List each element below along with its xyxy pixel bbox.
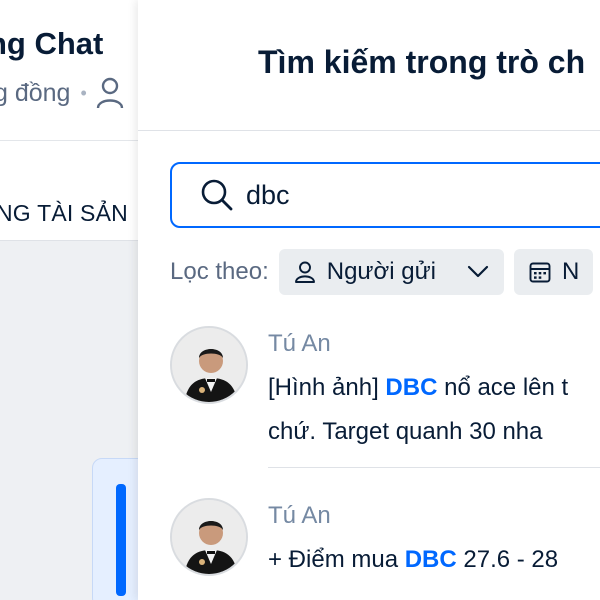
snippet-text: 27.6 - 28 — [456, 546, 559, 573]
subtitle-separator: • — [80, 82, 87, 103]
result-divider — [268, 467, 600, 468]
filter-date-label: N — [561, 258, 580, 285]
pinned-message-text: NG TÀI SẢN — [0, 200, 128, 226]
snippet-highlight: DBC — [385, 374, 438, 401]
calendar-icon — [529, 262, 551, 283]
avatar-photo — [172, 328, 246, 402]
panel-divider — [138, 130, 600, 131]
avatar[interactable] — [170, 498, 248, 576]
members-icon[interactable] — [95, 76, 125, 110]
snippet-highlight: DBC — [404, 546, 457, 573]
snippet-text: + Điểm mua — [268, 546, 405, 573]
chevron-down-icon — [467, 265, 489, 278]
avatar-photo — [172, 500, 246, 574]
result-sender: Tú An — [268, 330, 331, 357]
search-panel: Tìm kiếm trong trò ch dbc Lọc theo: Ngườ… — [138, 0, 600, 600]
panel-title: Tìm kiếm trong trò ch — [258, 44, 586, 80]
conversation-subtitle: g đồng • — [0, 76, 125, 110]
search-query: dbc — [246, 179, 290, 210]
filter-sender-label: Người gửi — [326, 258, 436, 285]
filter-date-dropdown[interactable]: N — [513, 249, 594, 295]
avatar[interactable] — [170, 326, 248, 404]
filter-row: Lọc theo: Người gửi N — [170, 249, 600, 295]
snippet-text: nổ ace lên t — [437, 374, 569, 401]
filter-sender-dropdown[interactable]: Người gửi — [278, 249, 504, 295]
conversation-title[interactable]: ng Chat — [0, 26, 103, 62]
result-snippet-line2: chứ. Target quanh 30 nha — [268, 418, 543, 445]
quote-bar — [116, 484, 126, 596]
snippet-text: [Hình ảnh] — [268, 374, 386, 401]
search-input[interactable]: dbc — [170, 162, 600, 228]
conversation-type-label: g đồng — [0, 78, 71, 107]
search-icon — [201, 179, 233, 211]
result-sender: Tú An — [268, 502, 331, 529]
filter-label: Lọc theo: — [170, 258, 269, 285]
result-snippet: + Điểm mua DBC 27.6 - 28 — [268, 546, 558, 574]
result-snippet: [Hình ảnh] DBC nổ ace lên t — [268, 374, 568, 402]
person-icon — [294, 261, 315, 283]
